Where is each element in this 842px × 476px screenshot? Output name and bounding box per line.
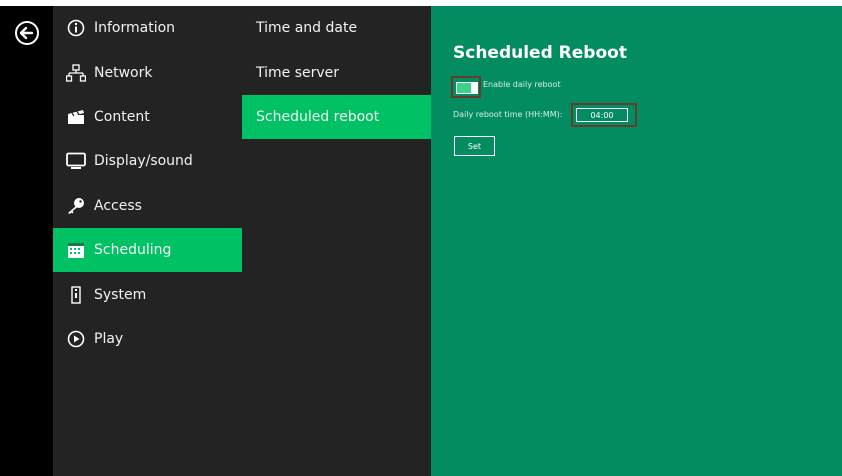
menu-item-label: System (94, 287, 147, 303)
clapperboard-icon (66, 107, 86, 127)
calendar-icon (66, 240, 86, 260)
menu-item-label: Information (94, 20, 176, 36)
network-icon (66, 63, 86, 83)
toggle-knob (471, 83, 477, 93)
info-icon (66, 18, 86, 38)
menu-item-system[interactable]: System (53, 273, 242, 317)
menu-item-label: Network (94, 65, 153, 81)
back-arrow-icon (15, 21, 39, 45)
key-icon (66, 196, 86, 216)
menu-item-label: Content (94, 109, 150, 125)
submenu-item-time-server[interactable]: Time server (242, 51, 431, 95)
menu-item-display-sound[interactable]: Display/sound (53, 139, 242, 183)
set-button[interactable]: Set (454, 136, 495, 156)
menu-item-scheduling[interactable]: Scheduling (53, 228, 242, 272)
reboot-time-highlight (571, 103, 637, 127)
enable-daily-reboot-label: Enable daily reboot (483, 80, 561, 89)
reboot-time-input[interactable] (576, 108, 628, 122)
system-icon (66, 285, 86, 305)
monitor-icon (66, 151, 86, 171)
submenu-item-label: Time and date (256, 20, 358, 36)
submenu-item-scheduled-reboot[interactable]: Scheduled reboot (242, 95, 431, 139)
submenu-item-time-and-date[interactable]: Time and date (242, 6, 431, 50)
sub-menu: Time and date Time server Scheduled rebo… (242, 6, 431, 476)
menu-item-information[interactable]: Information (53, 6, 242, 50)
left-bar (0, 6, 53, 476)
page-title: Scheduled Reboot (453, 43, 627, 63)
menu-item-play[interactable]: Play (53, 317, 242, 361)
main-menu: Information Network Content Display/soun… (53, 6, 242, 476)
submenu-item-label: Scheduled reboot (256, 109, 380, 125)
menu-item-label: Play (94, 331, 124, 347)
reboot-time-label: Daily reboot time (HH:MM): (453, 110, 563, 119)
submenu-item-label: Time server (256, 65, 340, 81)
menu-item-label: Access (94, 198, 142, 214)
app-frame: Information Network Content Display/soun… (0, 6, 842, 476)
menu-item-access[interactable]: Access (53, 184, 242, 228)
menu-item-network[interactable]: Network (53, 51, 242, 95)
menu-item-label: Display/sound (94, 153, 193, 169)
play-icon (66, 329, 86, 349)
menu-item-content[interactable]: Content (53, 95, 242, 139)
menu-item-label: Scheduling (94, 242, 172, 258)
back-button[interactable] (14, 20, 40, 46)
enable-daily-reboot-toggle[interactable] (456, 82, 478, 94)
enable-toggle-highlight (451, 76, 481, 98)
settings-panel: Scheduled Reboot Enable daily reboot Dai… (431, 6, 842, 476)
